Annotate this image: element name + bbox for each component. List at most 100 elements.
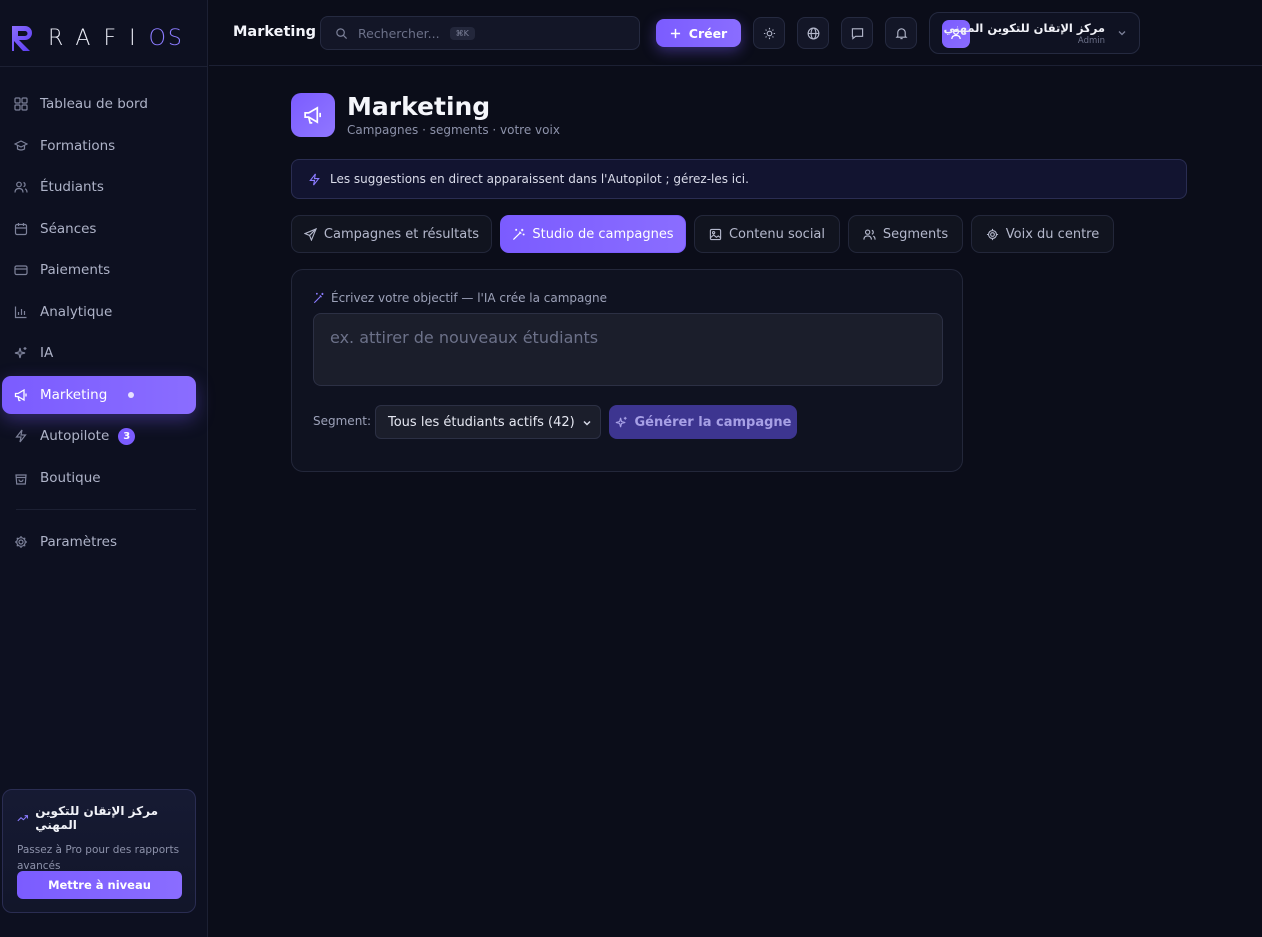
sidebar-item-dashboard[interactable]: Tableau de bord bbox=[2, 85, 196, 123]
promo-text: Passez à Pro pour des rapports avancés bbox=[17, 844, 180, 872]
generate-campaign-button[interactable]: Générer la campagne bbox=[609, 405, 797, 439]
sidebar-item-label: Paiements bbox=[40, 262, 111, 278]
sidebar-item-label: Autopilote bbox=[40, 428, 110, 444]
search-icon bbox=[336, 27, 348, 39]
megaphone-icon bbox=[304, 106, 321, 124]
wand-icon bbox=[313, 292, 324, 304]
campaign-studio-card: Écrivez votre objectif — l'IA crée la ca… bbox=[291, 269, 963, 472]
chevron-down-icon bbox=[1118, 31, 1126, 36]
goal-label: Écrivez votre objectif — l'IA crée la ca… bbox=[331, 291, 607, 305]
logo[interactable]: RAFIOS bbox=[10, 22, 184, 54]
plus-icon bbox=[670, 28, 680, 38]
tab-center-voice[interactable]: Voix du centre bbox=[971, 215, 1114, 253]
upgrade-button[interactable]: Mettre à niveau bbox=[17, 871, 182, 899]
sidebar-item-settings[interactable]: Paramètres bbox=[2, 523, 196, 561]
page-icon bbox=[291, 93, 335, 137]
globe-icon bbox=[807, 27, 819, 39]
sidebar-item-label: Formations bbox=[40, 138, 116, 154]
active-dot bbox=[128, 392, 135, 398]
sun-icon bbox=[763, 27, 775, 39]
create-button[interactable]: Créer bbox=[656, 19, 741, 47]
info-banner: Les suggestions en direct apparaissent d… bbox=[291, 159, 1187, 199]
message-icon bbox=[851, 27, 863, 40]
goal-input[interactable] bbox=[313, 313, 943, 386]
sidebar-item-ai[interactable]: IA bbox=[2, 334, 196, 372]
create-label: Créer bbox=[688, 25, 728, 41]
sidebar-item-label: Étudiants bbox=[40, 179, 104, 195]
sidebar-item-marketing[interactable]: Marketing bbox=[2, 376, 196, 414]
promo-title: مركز الإتقان للتكوين المهني bbox=[35, 804, 158, 832]
bar-chart-icon bbox=[14, 306, 27, 319]
logo-text: RAFI bbox=[48, 25, 149, 51]
graduation-cap-icon bbox=[14, 140, 28, 151]
tab-label: Studio de campagnes bbox=[532, 226, 674, 242]
segment-label: Segment: bbox=[313, 414, 372, 428]
sidebar-item-sessions[interactable]: Séances bbox=[2, 210, 196, 248]
notifications-button[interactable] bbox=[885, 17, 917, 49]
users-icon bbox=[863, 228, 876, 240]
logo-mark-icon bbox=[12, 26, 32, 51]
image-icon bbox=[709, 228, 722, 240]
sidebar-item-shop[interactable]: Boutique bbox=[2, 459, 196, 497]
divider bbox=[16, 509, 196, 510]
sidebar-item-label: Marketing bbox=[40, 387, 108, 403]
sidebar-item-analytics[interactable]: Analytique bbox=[2, 293, 196, 331]
top-header: Marketing Rechercher... ⌘K Créer مركز ال… bbox=[209, 0, 1262, 66]
bell-icon bbox=[895, 27, 907, 39]
divider bbox=[0, 66, 208, 67]
page-title: Marketing bbox=[347, 92, 491, 121]
credit-card-icon bbox=[14, 265, 28, 276]
user-name: مركز الإتقان للتكوين المهني bbox=[943, 21, 1105, 35]
tab-label: Segments bbox=[882, 226, 949, 242]
tab-segments[interactable]: Segments bbox=[848, 215, 963, 253]
sidebar-item-students[interactable]: Étudiants bbox=[2, 168, 196, 206]
language-button[interactable] bbox=[797, 17, 829, 49]
info-text: Les suggestions en direct apparaissent d… bbox=[330, 172, 749, 186]
sidebar-item-label: Paramètres bbox=[40, 534, 117, 550]
sidebar: RAFIOS Tableau de bord Formations Étudia… bbox=[0, 0, 208, 937]
segment-value: Tous les étudiants actifs (42) bbox=[388, 414, 575, 430]
tab-campaigns-results[interactable]: Campagnes et résultats bbox=[291, 215, 492, 253]
generate-label: Générer la campagne bbox=[634, 414, 792, 430]
chevron-down-icon bbox=[583, 420, 591, 426]
users-icon bbox=[14, 181, 28, 193]
tab-label: Campagnes et résultats bbox=[323, 226, 480, 242]
upgrade-promo: مركز الإتقان للتكوين المهني Passez à Pro… bbox=[2, 789, 196, 913]
sidebar-item-label: IA bbox=[40, 345, 54, 361]
tab-label: Voix du centre bbox=[1005, 226, 1100, 242]
trending-up-icon bbox=[17, 814, 28, 821]
notification-badge: 3 bbox=[118, 427, 136, 445]
sidebar-item-payments[interactable]: Paiements bbox=[2, 251, 196, 289]
page-subtitle: Campagnes · segments · votre voix bbox=[347, 123, 560, 137]
send-icon bbox=[303, 227, 317, 241]
logo-suffix: OS bbox=[148, 25, 184, 51]
sidebar-item-label: Boutique bbox=[40, 470, 101, 486]
calendar-icon bbox=[14, 223, 28, 236]
header-title: Marketing bbox=[233, 24, 317, 40]
grid-icon bbox=[14, 97, 28, 111]
messages-button[interactable] bbox=[841, 17, 873, 49]
tab-social-content[interactable]: Contenu social bbox=[694, 215, 840, 253]
gear-icon bbox=[15, 536, 27, 548]
sidebar-item-autopilot[interactable]: Autopilote 3 bbox=[2, 417, 196, 455]
zap-icon bbox=[15, 429, 27, 443]
megaphone-icon bbox=[14, 388, 27, 402]
zap-icon bbox=[309, 173, 320, 185]
shopping-bag-icon bbox=[15, 474, 27, 485]
sidebar-item-label: Analytique bbox=[40, 304, 113, 320]
gear-icon bbox=[986, 228, 998, 240]
wand-icon bbox=[513, 228, 525, 240]
search-input[interactable]: Rechercher... ⌘K bbox=[320, 16, 640, 50]
tab-campaign-studio[interactable]: Studio de campagnes bbox=[500, 215, 686, 253]
tab-label: Contenu social bbox=[728, 226, 826, 242]
user-role: Admin bbox=[1077, 36, 1105, 46]
sidebar-item-label: Tableau de bord bbox=[40, 96, 148, 112]
sidebar-item-formations[interactable]: Formations bbox=[2, 127, 196, 165]
theme-toggle-button[interactable] bbox=[753, 17, 785, 49]
search-placeholder: Rechercher... bbox=[358, 25, 440, 41]
search-shortcut: ⌘K bbox=[449, 26, 475, 40]
sparkles-icon bbox=[14, 347, 27, 359]
segment-select[interactable]: Tous les étudiants actifs (42) bbox=[375, 405, 601, 439]
sidebar-item-label: Séances bbox=[40, 221, 97, 237]
user-menu[interactable]: مركز الإتقان للتكوين المهني Admin bbox=[929, 12, 1140, 54]
